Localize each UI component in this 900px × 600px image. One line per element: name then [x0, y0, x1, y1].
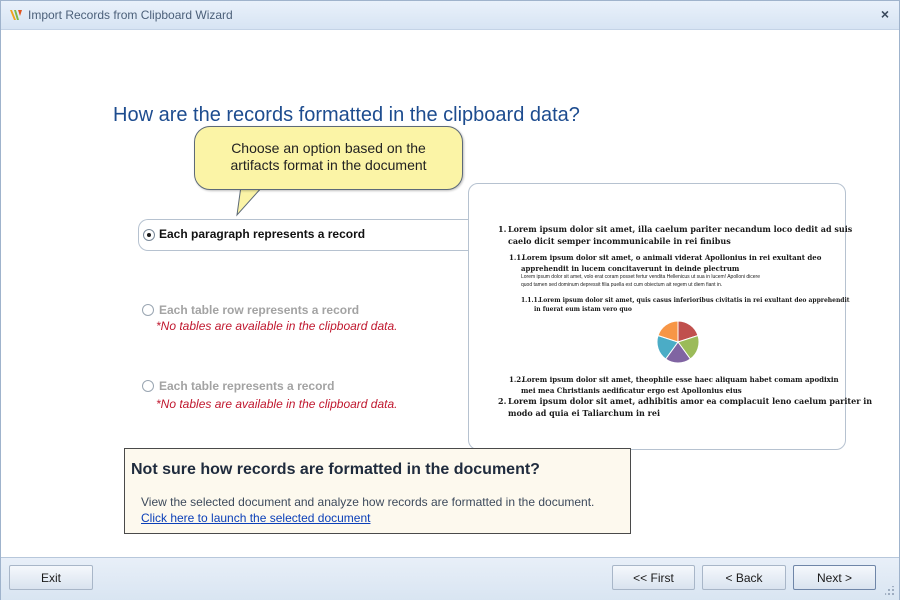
launch-document-link[interactable]: Click here to launch the selected docume… — [141, 511, 370, 525]
window-title: Import Records from Clipboard Wizard — [28, 8, 233, 22]
option-paragraph-row[interactable]: Each paragraph represents a record — [138, 219, 484, 251]
format-preview-pane: 1. Lorem ipsum dolor sit amet, illa cael… — [468, 183, 872, 450]
next-button[interactable]: Next > — [793, 565, 876, 590]
preview-body-line2: quod tamen sed dominum depressit filia p… — [521, 282, 723, 288]
preview-item1-line2: caelo dicit semper incommunicabile in re… — [508, 236, 731, 246]
help-panel: Not sure how records are formatted in th… — [124, 448, 631, 534]
resize-grip-icon[interactable] — [885, 586, 895, 596]
preview-item2-num: 2. — [498, 396, 507, 406]
preview-pie-chart — [656, 320, 700, 364]
app-logo-icon — [10, 10, 22, 20]
preview-item1-num: 1. — [498, 224, 507, 234]
first-button[interactable]: << First — [612, 565, 695, 590]
option-table-note: *No tables are available in the clipboar… — [156, 397, 398, 411]
callout-line-2: artifacts format in the document — [230, 157, 427, 173]
radio-paragraph[interactable] — [143, 229, 155, 241]
preview-item12-line2: mei mea Christianis aedificatur ergo est… — [521, 386, 742, 395]
preview-item111-line1: Lorem ipsum dolor sit amet, quis casus i… — [539, 297, 850, 304]
preview-item12-line1: Lorem ipsum dolor sit amet, theophile es… — [522, 375, 839, 384]
title-bar: Import Records from Clipboard Wizard × — [1, 1, 899, 30]
wizard-window: Import Records from Clipboard Wizard × H… — [0, 0, 900, 600]
preview-item11-line2: apprehendit in lucem concitaverunt in de… — [521, 264, 740, 273]
tooltip-callout: Choose an option based on the artifacts … — [194, 126, 463, 190]
callout-line-1: Choose an option based on the — [231, 140, 426, 156]
callout-text: Choose an option based on the artifacts … — [195, 140, 462, 174]
callout-tail — [236, 186, 264, 217]
help-title: Not sure how records are formatted in th… — [131, 461, 540, 478]
option-table-row-note: *No tables are available in the clipboar… — [156, 319, 398, 333]
preview-body-line1: Lorem ipsum dolor sit amet, volo erat co… — [521, 274, 761, 280]
option-paragraph-label[interactable]: Each paragraph represents a record — [159, 227, 365, 241]
preview-item11-line1: Lorem ipsum dolor sit amet, o animali vi… — [522, 253, 822, 262]
option-table-label[interactable]: Each table represents a record — [159, 379, 334, 393]
preview-item2-line2: modo ad quia ei Taliarchum in rei — [508, 408, 660, 418]
wizard-footer: Exit << First < Back Next > — [1, 557, 899, 600]
preview-item1-line1: Lorem ipsum dolor sit amet, illa caelum … — [508, 224, 853, 234]
preview-item2-line1: Lorem ipsum dolor sit amet, adhibitis am… — [508, 396, 873, 406]
close-icon[interactable]: × — [877, 6, 893, 22]
radio-table-row[interactable] — [142, 304, 154, 316]
radio-table[interactable] — [142, 380, 154, 392]
preview-item111-line2: in fuerat eum istam vero quo — [534, 306, 632, 313]
help-description: View the selected document and analyze h… — [141, 495, 595, 509]
option-table-row-label[interactable]: Each table row represents a record — [159, 303, 359, 317]
exit-button[interactable]: Exit — [9, 565, 93, 590]
back-button[interactable]: < Back — [702, 565, 786, 590]
page-question: How are the records formatted in the cli… — [113, 104, 580, 126]
preview-item111-num: 1.1.1. — [521, 297, 540, 304]
